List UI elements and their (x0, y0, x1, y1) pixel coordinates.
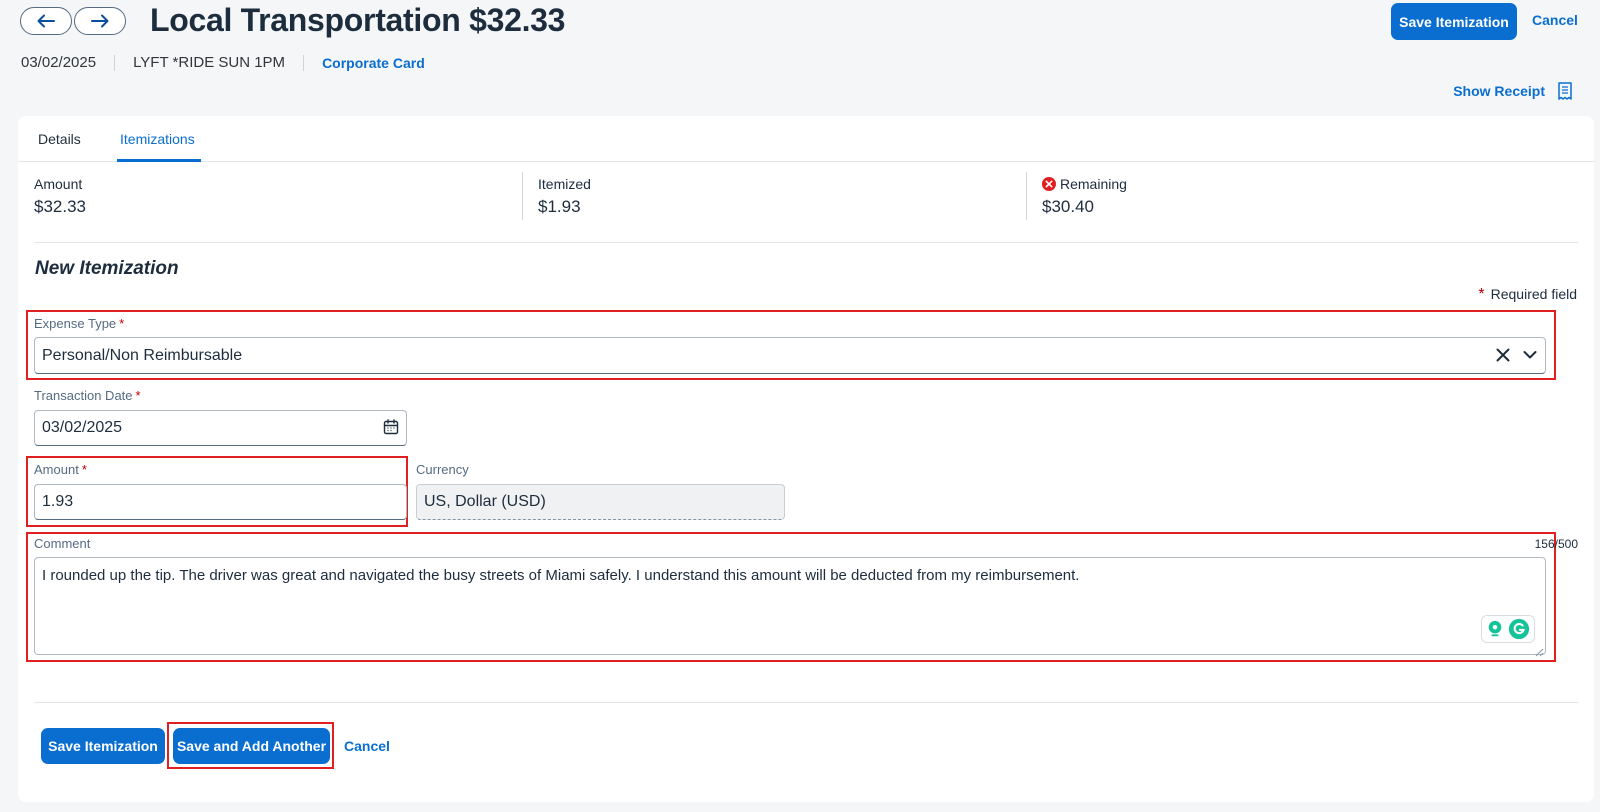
chevron-down-icon[interactable] (1520, 346, 1540, 364)
error-icon (1042, 177, 1056, 191)
amount-label-text: Amount (34, 462, 79, 477)
amount-value: 1.93 (42, 493, 74, 510)
expense-type-select[interactable]: Personal/Non Reimbursable (34, 337, 1546, 374)
summary-amount-label: Amount (34, 176, 83, 192)
transaction-date-input[interactable]: 03/02/2025 (34, 410, 407, 446)
comment-textarea[interactable]: I rounded up the tip. The driver was gre… (34, 557, 1546, 655)
save-itemization-button[interactable]: Save Itemization (41, 728, 165, 764)
show-receipt-label: Show Receipt (1453, 83, 1545, 99)
summary-amount-value: $32.33 (34, 197, 86, 216)
summary-itemized-value: $1.93 (538, 197, 581, 216)
lightbulb-icon (1488, 620, 1502, 637)
divider (303, 54, 305, 71)
expense-type-label: Expense Type * (34, 316, 124, 331)
payment-type-link[interactable]: Corporate Card (322, 55, 425, 71)
summary-itemized: Itemized $1.93 (538, 172, 591, 220)
required-star: * (81, 462, 87, 477)
save-itemization-button-top[interactable]: Save Itemization (1391, 3, 1517, 40)
summary-amount: Amount $32.33 (34, 172, 86, 220)
currency-value: US, Dollar (USD) (424, 493, 546, 510)
divider (34, 242, 1578, 243)
grammarly-icon (1508, 618, 1530, 640)
expense-type-label-text: Expense Type (34, 316, 117, 331)
required-field-note: * Required field (1478, 286, 1577, 304)
summary-remaining: Remaining $30.40 (1042, 172, 1127, 220)
comment-label: Comment (34, 536, 91, 551)
currency-label: Currency (416, 462, 469, 477)
itemization-summary: Amount $32.33 Itemized $1.93 Remaining $… (34, 172, 1578, 240)
next-expense-button[interactable] (74, 7, 126, 35)
amount-input[interactable]: 1.93 (34, 484, 407, 520)
arrow-left-icon (37, 14, 55, 28)
currency-field: US, Dollar (USD) (416, 484, 785, 520)
amount-label: Amount * (34, 462, 87, 477)
summary-itemized-label: Itemized (538, 176, 591, 192)
required-star: * (119, 316, 125, 331)
expense-subheader: 03/02/2025 LYFT *RIDE SUN 1PM Corporate … (21, 54, 425, 71)
summary-remaining-label-row: Remaining (1042, 176, 1127, 192)
show-receipt-button[interactable]: Show Receipt (1453, 82, 1573, 100)
summary-divider (1026, 172, 1027, 220)
arrow-right-icon (91, 14, 109, 28)
merchant-name: LYFT *RIDE SUN 1PM (133, 54, 286, 71)
receipt-icon (1558, 82, 1572, 100)
cancel-button[interactable]: Cancel (344, 738, 390, 754)
summary-remaining-value: $30.40 (1042, 197, 1094, 216)
grammarly-widget[interactable] (1481, 615, 1535, 643)
required-star: * (135, 388, 141, 403)
transaction-date-value: 03/02/2025 (42, 419, 123, 436)
save-and-add-another-button[interactable]: Save and Add Another (173, 728, 330, 764)
section-title: New Itemization (35, 258, 179, 279)
previous-expense-button[interactable] (20, 7, 72, 35)
divider (114, 54, 116, 71)
comment-value: I rounded up the tip. The driver was gre… (42, 567, 1080, 584)
calendar-icon[interactable] (382, 418, 400, 436)
divider (34, 702, 1578, 703)
active-tab-indicator (117, 159, 201, 162)
itemization-card: Details Itemizations Amount $32.33 Itemi… (18, 116, 1594, 802)
tab-itemizations[interactable]: Itemizations (120, 131, 195, 147)
page-title: Local Transportation $32.33 (150, 2, 566, 38)
cancel-button-top[interactable]: Cancel (1532, 12, 1578, 28)
required-field-text: Required field (1490, 286, 1577, 302)
transaction-date-label-text: Transaction Date (34, 388, 133, 403)
transaction-date-label: Transaction Date * (34, 388, 141, 403)
tab-details[interactable]: Details (38, 131, 81, 147)
tab-bar: Details Itemizations (18, 116, 1594, 162)
clear-icon[interactable] (1494, 346, 1512, 364)
summary-remaining-label: Remaining (1060, 176, 1127, 192)
summary-divider (522, 172, 523, 220)
comment-character-counter: 156/500 (1534, 537, 1578, 551)
required-star: * (1478, 286, 1485, 303)
expense-date: 03/02/2025 (21, 54, 97, 71)
expense-type-value: Personal/Non Reimbursable (42, 347, 243, 364)
resize-handle[interactable] (1535, 644, 1544, 657)
